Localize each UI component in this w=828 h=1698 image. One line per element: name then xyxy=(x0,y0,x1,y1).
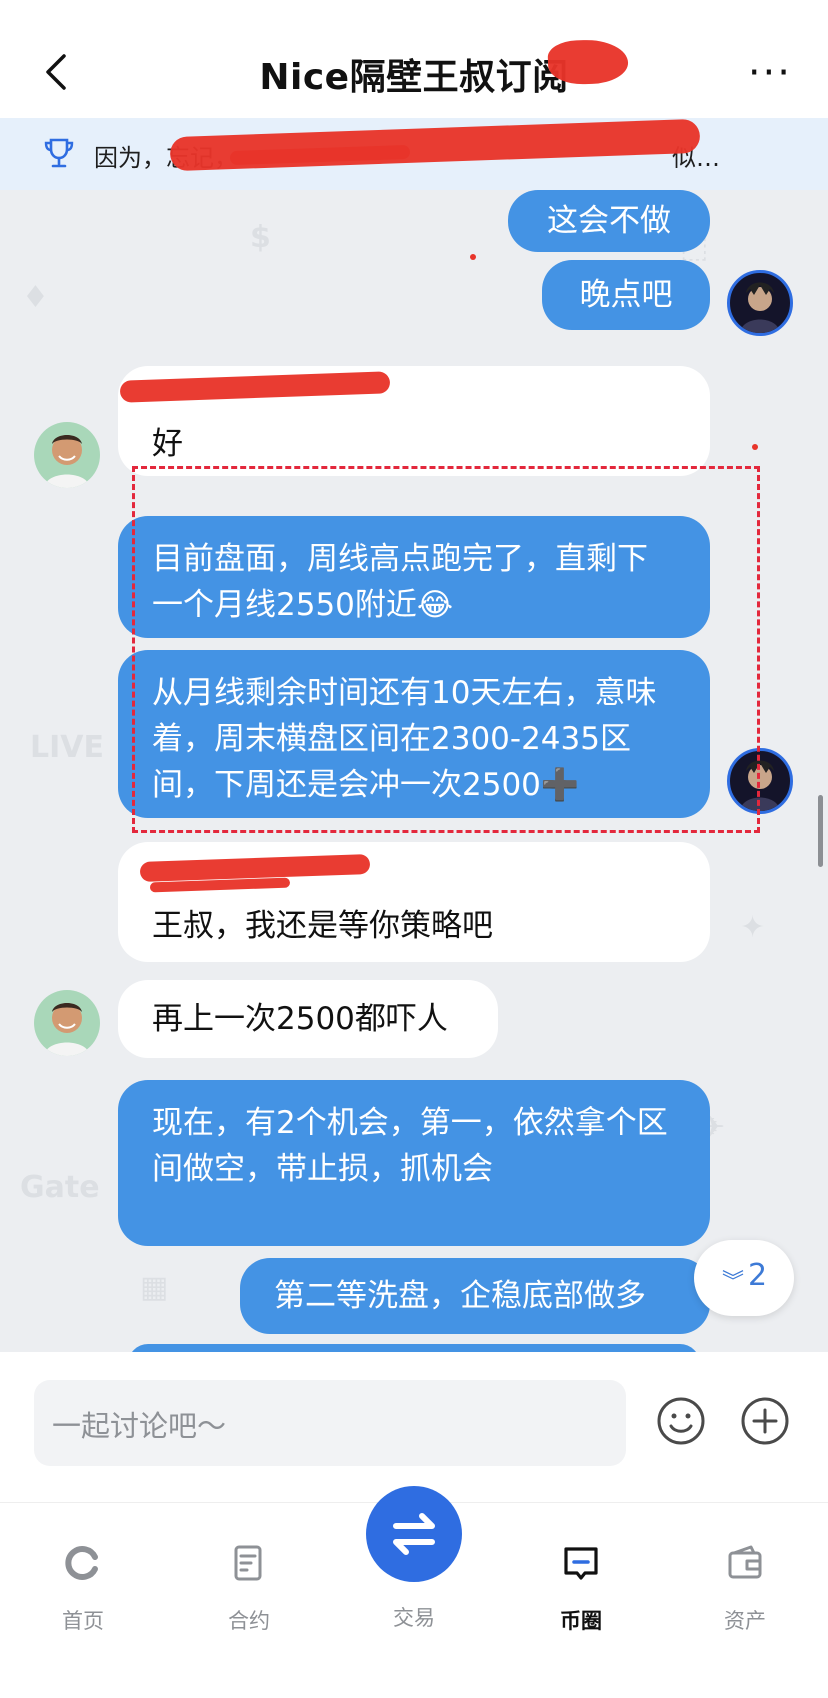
tab-home[interactable]: 首页 xyxy=(28,1543,138,1635)
message-text: 好 xyxy=(152,426,183,462)
annotation-highlight-box xyxy=(132,466,760,833)
message-bubble[interactable] xyxy=(128,1344,700,1352)
message-bubble[interactable]: 第二等洗盘，企稳底部做多 xyxy=(240,1258,710,1334)
background-doodle: ♦ xyxy=(22,280,49,315)
red-dot xyxy=(752,444,758,450)
contract-icon xyxy=(234,1545,262,1581)
tab-community[interactable]: 币圈 xyxy=(526,1543,636,1635)
message-input[interactable]: 一起讨论吧～ xyxy=(34,1380,626,1466)
background-doodle: LIVE xyxy=(30,730,104,765)
swap-icon xyxy=(393,1513,435,1555)
tab-assets[interactable]: 资产 xyxy=(690,1543,800,1635)
wallet-icon xyxy=(728,1545,762,1579)
home-icon xyxy=(65,1546,98,1580)
message-text: 王叔，我还是等你策略吧 xyxy=(152,908,493,944)
tab-trade[interactable] xyxy=(366,1486,462,1582)
more-horizontal-icon[interactable]: ··· xyxy=(748,50,792,96)
chat-message-list[interactable]: ♦ $ ⬚ LIVE Gate ✈ ▦ ✦ 这会不做 晚点吧 好 目前盘面，周线… xyxy=(0,190,828,1352)
avatar[interactable] xyxy=(727,270,793,336)
pinned-notice[interactable]: 因为，忘记， 似… xyxy=(0,118,828,190)
tab-label: 交易 xyxy=(393,1606,435,1630)
chat-square-icon xyxy=(564,1547,598,1580)
tab-label: 合约 xyxy=(228,1609,270,1633)
page-title: Nice隔壁王叔订阅 xyxy=(259,57,569,98)
message-bubble[interactable]: 这会不做 xyxy=(508,190,710,252)
red-dot xyxy=(470,254,476,260)
background-doodle: Gate xyxy=(20,1170,100,1205)
message-bubble[interactable]: 再上一次2500都吓人 xyxy=(118,980,498,1058)
smile-icon[interactable] xyxy=(656,1396,706,1446)
double-chevron-down-icon: ︾ xyxy=(722,1270,745,1295)
tab-label: 资产 xyxy=(724,1609,766,1633)
scrollbar[interactable] xyxy=(818,795,823,867)
background-doodle: $ xyxy=(250,220,271,255)
background-doodle: ▦ xyxy=(140,1270,169,1305)
background-doodle: ✦ xyxy=(740,910,766,945)
unread-count: 2 xyxy=(748,1258,768,1293)
message-bubble[interactable]: 现在，有2个机会，第一，依然拿个区间做空，带止损，抓机会 xyxy=(118,1080,710,1246)
tab-contract[interactable]: 合约 xyxy=(194,1543,304,1635)
chat-header: Nice隔壁王叔订阅 ··· xyxy=(0,0,828,118)
trophy-icon xyxy=(44,138,74,168)
message-composer: 一起讨论吧～ xyxy=(0,1352,828,1502)
message-bubble[interactable]: 晚点吧 xyxy=(542,260,710,330)
avatar[interactable] xyxy=(34,990,100,1056)
tab-label: 首页 xyxy=(62,1609,104,1633)
avatar[interactable] xyxy=(34,422,100,488)
unread-jump-button[interactable]: ︾ 2 xyxy=(694,1240,794,1316)
plus-circle-icon[interactable] xyxy=(740,1396,790,1446)
tab-label: 币圈 xyxy=(560,1609,602,1633)
